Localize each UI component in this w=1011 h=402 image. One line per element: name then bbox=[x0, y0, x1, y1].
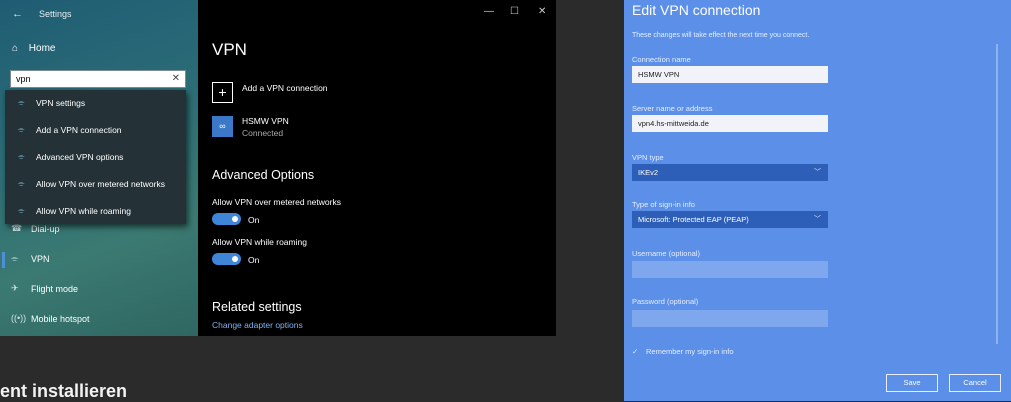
dialog-title: Edit VPN connection bbox=[632, 2, 761, 18]
home-icon: ⌂ bbox=[12, 43, 19, 54]
vpn-type-label: VPN type bbox=[632, 153, 664, 162]
metered-toggle-state: On bbox=[248, 215, 260, 225]
server-label: Server name or address bbox=[632, 104, 713, 113]
sidebar-item-vpn[interactable]: ⌯ VPN bbox=[0, 249, 198, 271]
search-result-item[interactable]: ⌯ Advanced VPN options bbox=[5, 144, 186, 170]
roaming-toggle-state: On bbox=[248, 255, 260, 265]
sidebar-item-mobile-hotspot[interactable]: ((•)) Mobile hotspot bbox=[0, 309, 198, 331]
roaming-toggle[interactable] bbox=[212, 253, 241, 265]
search-result-item[interactable]: ⌯ Allow VPN over metered networks bbox=[5, 171, 186, 197]
change-adapter-options-link[interactable]: Change adapter options bbox=[212, 320, 303, 330]
search-result-item[interactable]: ⌯ Allow VPN while roaming bbox=[5, 198, 186, 224]
selection-indicator bbox=[2, 252, 5, 268]
background-heading: ent installieren bbox=[0, 381, 128, 401]
signin-type-value: Microsoft: Protected EAP (PEAP) bbox=[638, 215, 749, 224]
sidebar-item-label: Mobile hotspot bbox=[31, 314, 90, 324]
vpn-connection-name[interactable]: HSMW VPN bbox=[242, 116, 289, 126]
sidebar-item-flight-mode[interactable]: ✈ Flight mode bbox=[0, 279, 198, 301]
metered-option-label: Allow VPN over metered networks bbox=[212, 197, 341, 207]
settings-sidebar: ← Settings ⌂ Home ☎ Dial-up ⌯ VPN ✈ Flig… bbox=[0, 0, 198, 336]
toggle-knob bbox=[232, 256, 238, 262]
advanced-options-heading: Advanced Options bbox=[212, 168, 315, 182]
related-settings-heading: Related settings bbox=[212, 300, 302, 314]
signin-type-label: Type of sign-in info bbox=[632, 200, 695, 209]
page-title: VPN bbox=[212, 40, 247, 59]
username-field[interactable] bbox=[632, 261, 828, 278]
connection-name-field[interactable]: HSMW VPN bbox=[632, 66, 828, 83]
add-vpn-label[interactable]: Add a VPN connection bbox=[242, 83, 328, 93]
chevron-down-icon: ﹀ bbox=[814, 169, 821, 176]
vpn-icon: ⌯ bbox=[18, 98, 25, 107]
search-result-label: VPN settings bbox=[36, 98, 86, 108]
sidebar-item-label: VPN bbox=[31, 254, 50, 264]
vpn-connection-status: Connected bbox=[242, 128, 284, 138]
add-vpn-button[interactable]: + bbox=[212, 82, 233, 103]
vpn-icon: ⌯ bbox=[18, 206, 25, 215]
remember-signin-checkbox[interactable]: ✓ Remember my sign-in info bbox=[632, 347, 734, 356]
password-label: Password (optional) bbox=[632, 297, 699, 306]
dialup-icon: ☎ bbox=[11, 223, 23, 233]
vpn-type-value: IKEv2 bbox=[638, 168, 659, 177]
toggle-knob bbox=[232, 216, 238, 222]
chevron-down-icon: ﹀ bbox=[814, 216, 821, 223]
save-button[interactable]: Save bbox=[886, 374, 938, 392]
metered-toggle[interactable] bbox=[212, 213, 241, 225]
home-label: Home bbox=[28, 43, 56, 54]
password-field[interactable] bbox=[632, 310, 828, 327]
vpn-icon: ⌯ bbox=[18, 179, 25, 188]
username-label: Username (optional) bbox=[632, 249, 700, 258]
vpn-type-select[interactable]: IKEv2 ﹀ bbox=[632, 164, 828, 181]
maximize-icon[interactable]: ☐ bbox=[510, 6, 519, 17]
vpn-settings-page: — ☐ ✕ VPN + Add a VPN connection ∞ HSMW … bbox=[198, 0, 556, 336]
settings-window: ← Settings ⌂ Home ☎ Dial-up ⌯ VPN ✈ Flig… bbox=[0, 0, 556, 336]
server-field[interactable]: vpn4.hs-mittweida.de bbox=[632, 115, 828, 132]
search-result-item[interactable]: ⌯ VPN settings bbox=[5, 90, 186, 116]
vpn-connection-icon[interactable]: ∞ bbox=[212, 116, 233, 137]
checkmark-icon: ✓ bbox=[632, 347, 639, 356]
search-result-label: Allow VPN over metered networks bbox=[36, 179, 165, 189]
minimize-icon[interactable]: — bbox=[484, 6, 494, 17]
home-nav-item[interactable]: ⌂ Home bbox=[12, 43, 55, 54]
server-value: vpn4.hs-mittweida.de bbox=[638, 119, 709, 128]
connection-name-label: Connection name bbox=[632, 55, 691, 64]
signin-type-select[interactable]: Microsoft: Protected EAP (PEAP) ﹀ bbox=[632, 211, 828, 228]
search-result-item[interactable]: ⌯ Add a VPN connection bbox=[5, 117, 186, 143]
roaming-option-label: Allow VPN while roaming bbox=[212, 237, 307, 247]
sidebar-item-label: Dial-up bbox=[31, 224, 60, 234]
dialog-scrollbar[interactable] bbox=[996, 44, 998, 344]
vpn-icon: ⌯ bbox=[11, 253, 19, 263]
cancel-button[interactable]: Cancel bbox=[949, 374, 1001, 392]
search-value: vpn bbox=[16, 74, 31, 84]
vpn-icon: ⌯ bbox=[18, 125, 25, 134]
edit-vpn-dialog: Edit VPN connection These changes will t… bbox=[624, 0, 1011, 401]
sidebar-item-label: Flight mode bbox=[31, 284, 79, 294]
remember-signin-label: Remember my sign-in info bbox=[646, 347, 734, 356]
window-title: Settings bbox=[39, 9, 72, 19]
hotspot-icon: ((•)) bbox=[11, 313, 27, 323]
airplane-icon: ✈ bbox=[11, 283, 19, 293]
search-result-label: Add a VPN connection bbox=[36, 125, 122, 135]
vpn-icon: ⌯ bbox=[18, 152, 25, 161]
search-results-dropdown: ⌯ VPN settings ⌯ Add a VPN connection ⌯ … bbox=[5, 90, 186, 224]
search-input[interactable]: vpn ✕ bbox=[10, 70, 186, 88]
search-result-label: Allow VPN while roaming bbox=[36, 206, 131, 216]
search-result-label: Advanced VPN options bbox=[36, 152, 124, 162]
close-icon[interactable]: ✕ bbox=[538, 6, 546, 17]
connection-name-value: HSMW VPN bbox=[638, 70, 680, 79]
back-arrow-icon[interactable]: ← bbox=[12, 8, 23, 20]
clear-search-icon[interactable]: ✕ bbox=[172, 73, 180, 84]
dialog-subtitle: These changes will take effect the next … bbox=[632, 32, 810, 39]
